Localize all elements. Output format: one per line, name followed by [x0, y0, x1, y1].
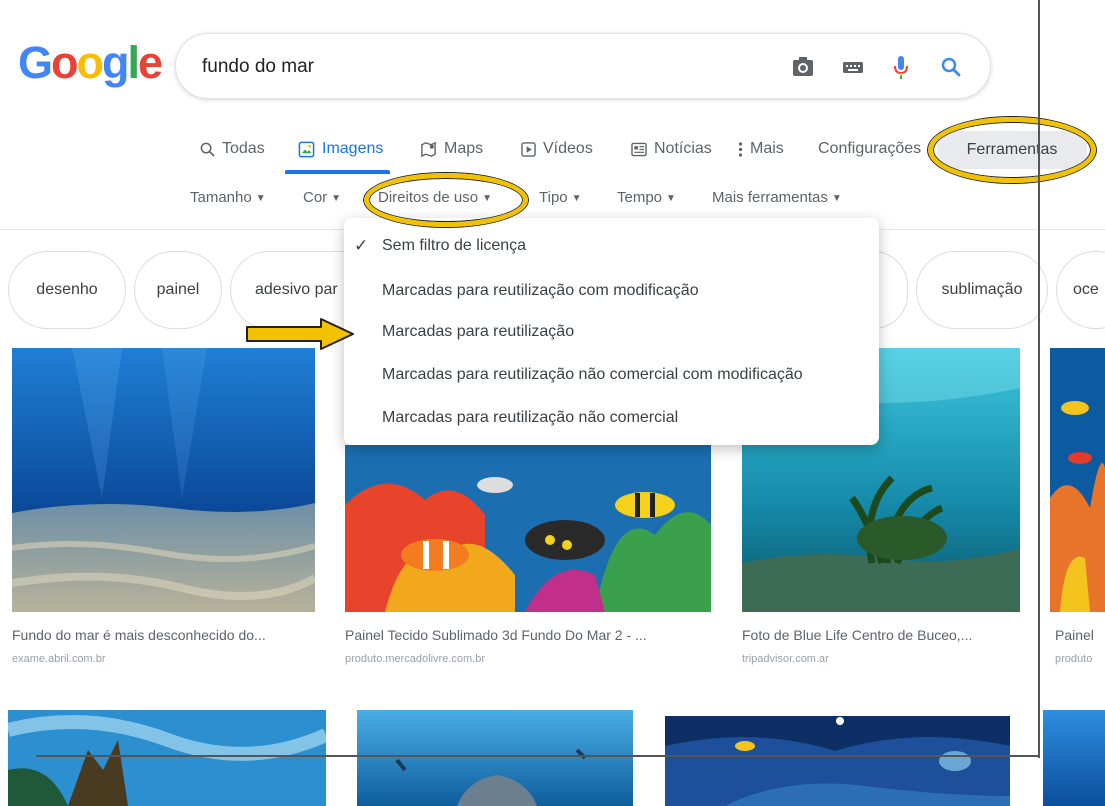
- checkmark-icon: ✓: [354, 236, 369, 255]
- menu-item-noncommercial[interactable]: Marcadas para reutilização não comercial: [382, 409, 678, 427]
- filter-label: Mais ferramentas: [712, 189, 828, 206]
- chip-desenho[interactable]: desenho: [8, 251, 126, 329]
- keyboard-icon[interactable]: [838, 52, 868, 82]
- filter-more-tools[interactable]: Mais ferramentas ▼: [712, 189, 842, 206]
- video-icon: [521, 141, 536, 157]
- chip-label: sublimação: [941, 281, 1023, 298]
- result-caption[interactable]: Painel Tecido Sublimado 3d Fundo Do Mar …: [345, 627, 715, 643]
- tab-label: Notícias: [654, 140, 712, 157]
- caret-down-icon: ▼: [331, 193, 342, 204]
- chip-oceano[interactable]: oce: [1056, 251, 1105, 329]
- logo-letter: G: [18, 37, 53, 88]
- more-vert-icon: [738, 141, 743, 157]
- result-source: exame.abril.com.br: [12, 653, 106, 665]
- chip-label: adesivo par: [255, 281, 338, 298]
- chip-label: desenho: [36, 281, 98, 298]
- news-icon: [631, 142, 647, 156]
- result-image[interactable]: [1050, 348, 1105, 612]
- annotation-highlight-usage-rights: [364, 173, 528, 227]
- tab-todas[interactable]: Todas: [200, 136, 265, 162]
- tab-mais[interactable]: Mais: [738, 136, 784, 162]
- tab-configuracoes[interactable]: Configurações: [818, 136, 932, 162]
- filter-type[interactable]: Tipo ▼: [539, 189, 582, 206]
- chip-label: painel: [156, 281, 200, 298]
- map-icon: [421, 141, 436, 157]
- result-source: tripadvisor.com.ar: [742, 653, 829, 665]
- result-caption[interactable]: Foto de Blue Life Centro de Buceo,...: [742, 627, 1022, 643]
- filter-color[interactable]: Cor ▼: [303, 189, 341, 206]
- tab-label: Vídeos: [543, 140, 593, 157]
- menu-item-noncommercial-modification[interactable]: Marcadas para reutilização não comercial…: [382, 366, 803, 384]
- image-icon: [298, 141, 315, 157]
- menu-item-reuse-modification[interactable]: Marcadas para reutilização com modificaç…: [382, 282, 699, 300]
- annotation-highlight-tools: [928, 117, 1096, 183]
- chip-label: oce: [1073, 281, 1099, 298]
- tab-label: Configurações: [818, 140, 922, 157]
- filter-time[interactable]: Tempo ▼: [617, 189, 676, 206]
- filter-label: Tamanho: [190, 189, 252, 206]
- active-tab-indicator: [285, 170, 390, 174]
- result-image[interactable]: [12, 348, 315, 612]
- result-image[interactable]: [357, 710, 633, 806]
- result-source: produto: [1055, 653, 1093, 665]
- microphone-icon[interactable]: [886, 52, 916, 82]
- logo-letter: l: [127, 37, 140, 88]
- usage-rights-menu: ✓ Sem filtro de licença Marcadas para re…: [344, 218, 879, 445]
- search-icon[interactable]: [936, 52, 966, 82]
- annotation-arrow-icon: [246, 318, 354, 350]
- result-caption[interactable]: Fundo do mar é mais desconhecido do...: [12, 627, 312, 643]
- menu-item-no-filter[interactable]: Sem filtro de licença: [382, 237, 526, 255]
- caret-down-icon: ▼: [831, 193, 842, 204]
- result-source: produto.mercadolivre.com.br: [345, 653, 486, 665]
- filter-label: Tipo: [539, 189, 568, 206]
- caret-down-icon: ▼: [571, 193, 582, 204]
- tab-imagens[interactable]: Imagens: [298, 136, 383, 162]
- tab-maps[interactable]: Maps: [420, 136, 483, 162]
- search-icon: [200, 142, 215, 157]
- camera-icon[interactable]: [788, 52, 818, 82]
- filter-label: Cor: [303, 189, 328, 206]
- filter-size[interactable]: Tamanho ▼: [190, 189, 266, 206]
- search-bar: [175, 33, 991, 99]
- filter-label: Tempo: [617, 189, 663, 206]
- tab-label: Mais: [750, 140, 784, 157]
- tab-videos[interactable]: Vídeos: [521, 136, 593, 162]
- result-image[interactable]: [345, 445, 711, 612]
- caret-down-icon: ▼: [255, 193, 266, 204]
- tab-label: Maps: [444, 140, 484, 157]
- logo-letter: o: [51, 37, 78, 88]
- logo-letter: o: [76, 37, 104, 88]
- google-logo[interactable]: Google: [18, 37, 163, 88]
- search-input[interactable]: [202, 53, 762, 81]
- annotation-vertical-line: [1038, 0, 1040, 758]
- tab-label: Todas: [222, 140, 265, 157]
- chip-sublimacao[interactable]: sublimação: [916, 251, 1048, 329]
- chip-painel[interactable]: painel: [134, 251, 222, 329]
- menu-item-reuse[interactable]: Marcadas para reutilização: [382, 323, 574, 341]
- logo-letter: e: [138, 37, 163, 88]
- annotation-horizontal-line: [36, 755, 1040, 757]
- result-image[interactable]: [665, 716, 1010, 806]
- result-image[interactable]: [1043, 710, 1105, 806]
- tab-label: Imagens: [322, 140, 384, 157]
- logo-letter: g: [102, 37, 129, 88]
- tab-noticias[interactable]: Notícias: [631, 136, 712, 162]
- caret-down-icon: ▼: [666, 193, 676, 204]
- result-caption[interactable]: Painel: [1055, 627, 1105, 643]
- result-image[interactable]: [8, 710, 326, 806]
